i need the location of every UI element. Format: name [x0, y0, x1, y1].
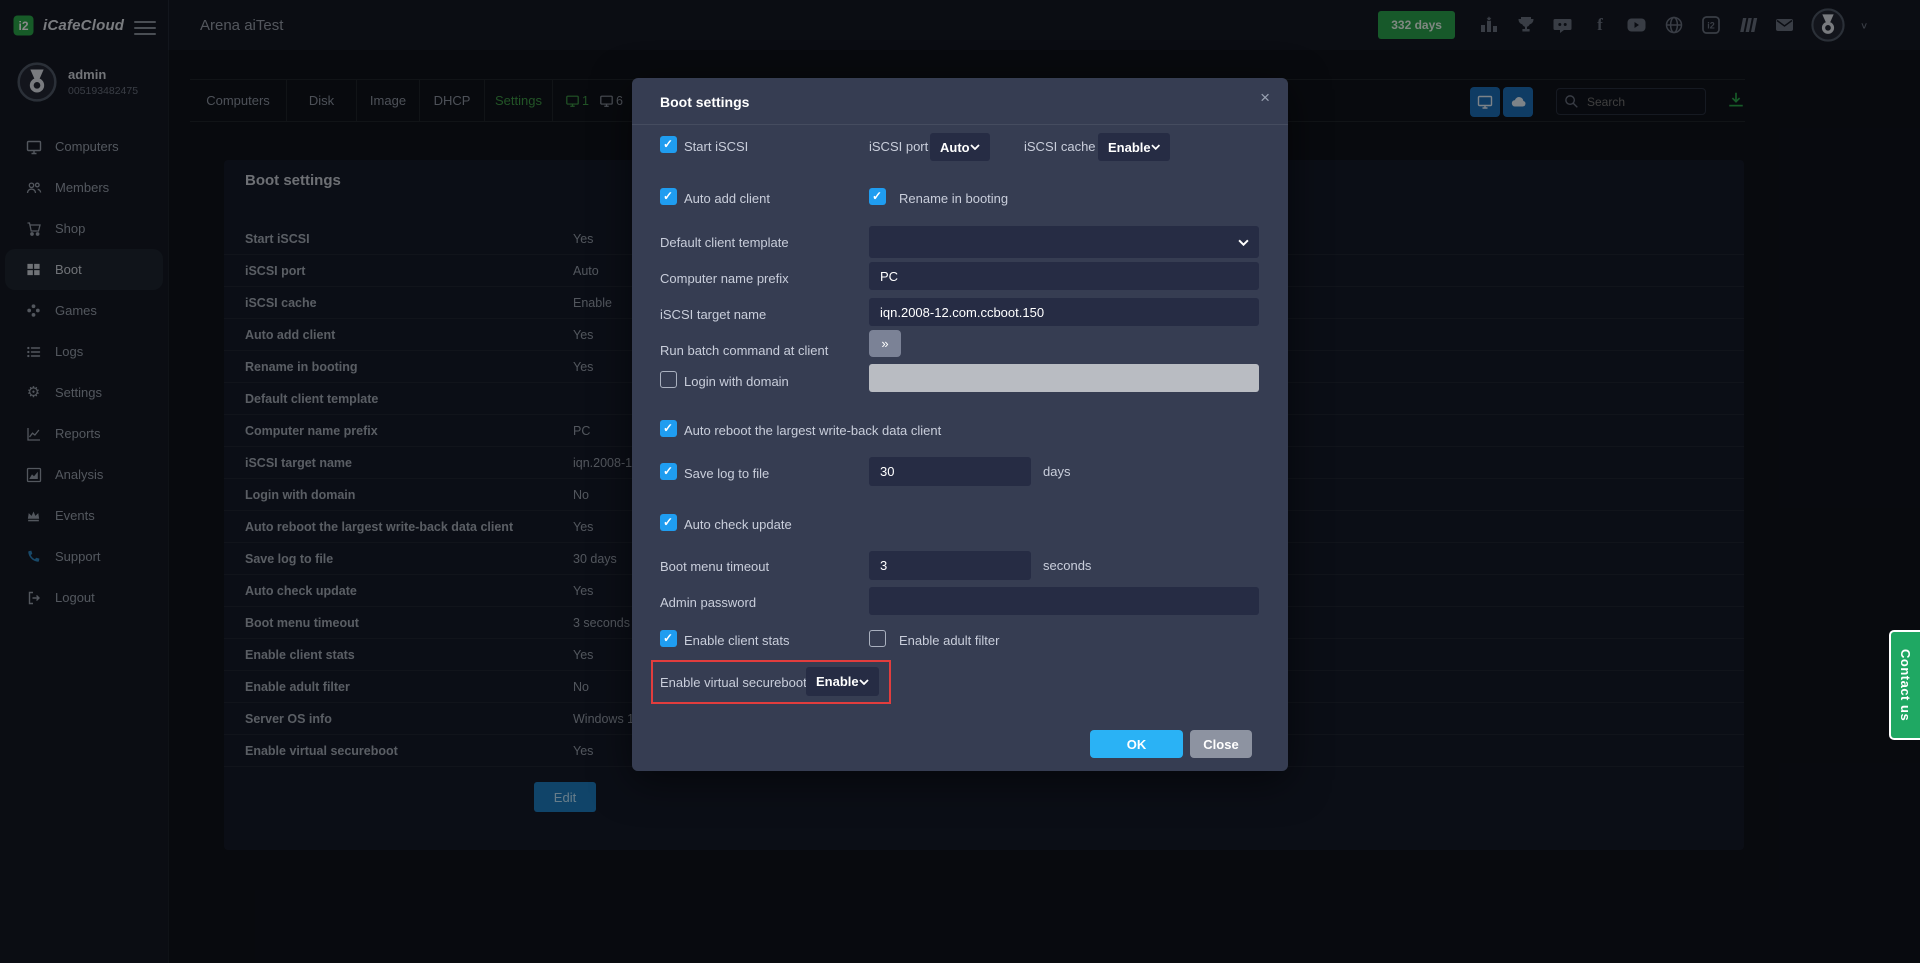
start-iscsi-label: Start iSCSI [684, 139, 748, 154]
computer-name-prefix-label: Computer name prefix [660, 271, 789, 286]
computer-name-prefix-input[interactable] [869, 262, 1259, 290]
enable-virtual-secureboot-label: Enable virtual secureboot [660, 675, 807, 690]
close-button[interactable]: Close [1190, 730, 1252, 758]
boot-menu-timeout-unit: seconds [1043, 558, 1091, 573]
domain-input [869, 364, 1259, 392]
boot-menu-timeout-label: Boot menu timeout [660, 559, 769, 574]
boot-settings-modal: Boot settings × Start iSCSI iSCSI port A… [632, 78, 1288, 771]
admin-password-label: Admin password [660, 595, 756, 610]
iscsi-cache-label: iSCSI cache [1024, 139, 1096, 154]
chevron-down-icon [1238, 239, 1249, 246]
enable-adult-filter-label: Enable adult filter [899, 633, 999, 648]
enable-virtual-secureboot-select[interactable]: Enable [806, 667, 879, 696]
auto-add-client-checkbox[interactable] [660, 188, 677, 205]
iscsi-target-name-input[interactable] [869, 298, 1259, 326]
divider [632, 124, 1288, 125]
run-batch-command-label: Run batch command at client [660, 343, 828, 358]
ok-button[interactable]: OK [1090, 730, 1183, 758]
auto-reboot-label: Auto reboot the largest write-back data … [684, 423, 941, 438]
chevron-down-icon [1151, 144, 1160, 150]
modal-title: Boot settings [660, 94, 749, 110]
iscsi-port-select[interactable]: Auto [930, 133, 990, 161]
auto-reboot-checkbox[interactable] [660, 420, 677, 437]
login-with-domain-checkbox[interactable] [660, 371, 677, 388]
page: i2 iCafeCloud Arena aiTest 332 days [0, 0, 1920, 963]
enable-adult-filter-checkbox[interactable] [869, 630, 886, 647]
save-log-unit: days [1043, 464, 1070, 479]
default-client-template-label: Default client template [660, 235, 789, 250]
start-iscsi-checkbox[interactable] [660, 136, 677, 153]
run-batch-command-button[interactable]: » [869, 330, 901, 357]
iscsi-port-label: iSCSI port [869, 139, 928, 154]
enable-client-stats-label: Enable client stats [684, 633, 790, 648]
save-log-label: Save log to file [684, 466, 769, 481]
iscsi-cache-select[interactable]: Enable [1098, 133, 1170, 161]
contact-us-tab[interactable]: Contact us [1889, 630, 1920, 740]
rename-in-booting-label: Rename in booting [899, 191, 1008, 206]
login-with-domain-label: Login with domain [684, 374, 789, 389]
close-icon[interactable]: × [1260, 88, 1270, 108]
auto-check-update-label: Auto check update [684, 517, 792, 532]
admin-password-input[interactable] [869, 587, 1259, 615]
chevron-down-icon [859, 679, 869, 685]
rename-in-booting-checkbox[interactable] [869, 188, 886, 205]
auto-check-update-checkbox[interactable] [660, 514, 677, 531]
boot-menu-timeout-input[interactable] [869, 551, 1031, 580]
iscsi-target-name-label: iSCSI target name [660, 307, 766, 322]
save-log-checkbox[interactable] [660, 463, 677, 480]
chevron-down-icon [970, 144, 980, 150]
auto-add-client-label: Auto add client [684, 191, 770, 206]
enable-client-stats-checkbox[interactable] [660, 630, 677, 647]
default-client-template-select[interactable] [869, 226, 1259, 258]
save-log-days-input[interactable] [869, 457, 1031, 486]
